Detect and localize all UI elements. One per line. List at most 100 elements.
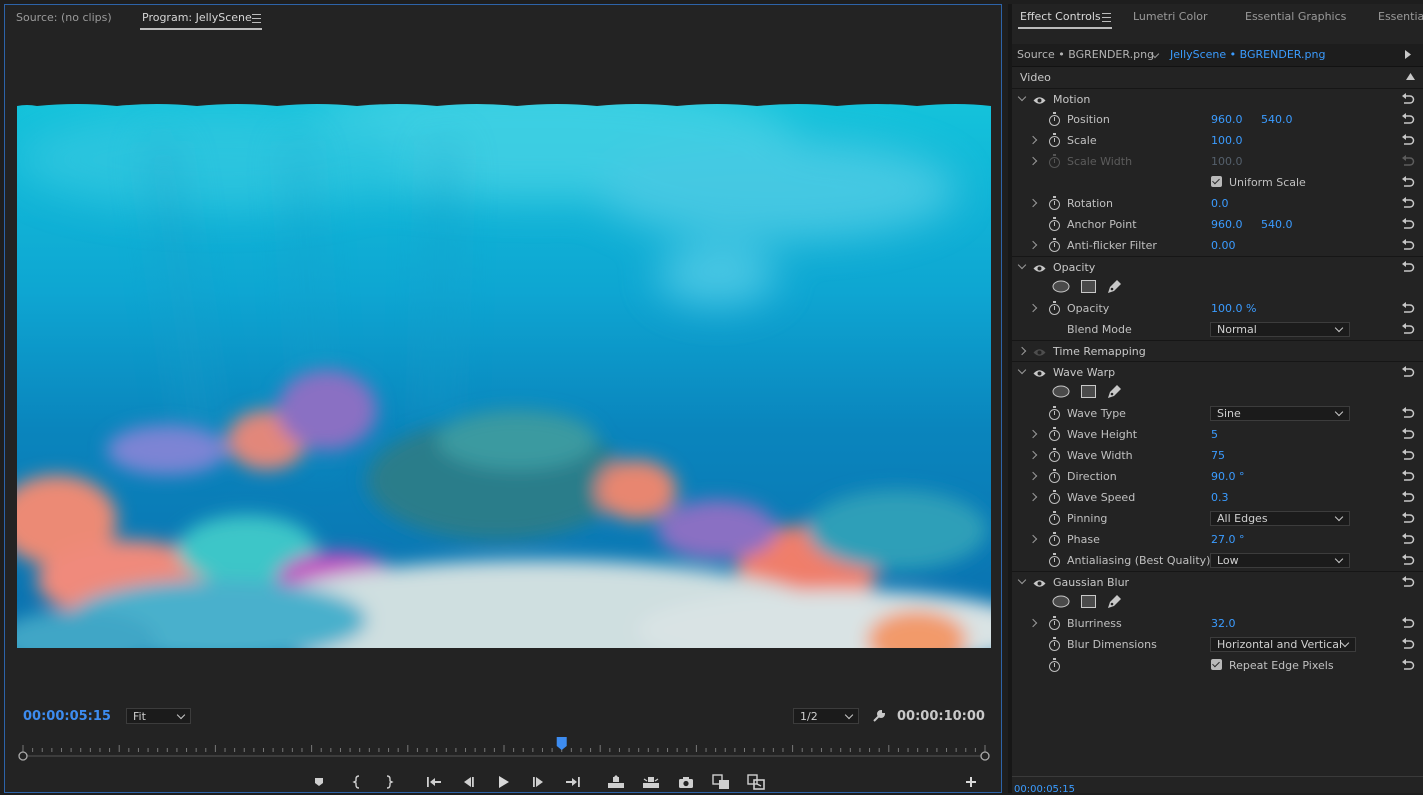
stopwatch-icon[interactable] — [1049, 112, 1060, 126]
property-value[interactable]: 100.0 % — [1211, 302, 1256, 315]
twirl-open-icon[interactable] — [1017, 92, 1027, 102]
reset-icon[interactable] — [1401, 302, 1415, 317]
panel-menu-icon[interactable] — [1102, 13, 1111, 22]
pen-mask-icon[interactable] — [1106, 279, 1122, 297]
stopwatch-icon[interactable] — [1049, 217, 1060, 231]
reset-icon[interactable] — [1401, 239, 1415, 254]
property-value[interactable]: 90.0 ° — [1211, 470, 1245, 483]
playhead[interactable] — [556, 737, 567, 750]
button-editor-button[interactable] — [960, 771, 982, 793]
reset-icon[interactable] — [1401, 93, 1415, 108]
property-select[interactable]: Low — [1210, 553, 1350, 568]
checkbox[interactable] — [1211, 659, 1222, 670]
add-marker-button[interactable] — [308, 771, 330, 793]
rectangle-mask-icon[interactable] — [1081, 280, 1096, 296]
mark-out-button[interactable] — [378, 771, 400, 793]
reset-icon[interactable] — [1401, 533, 1415, 548]
property-value[interactable]: 27.0 ° — [1211, 533, 1245, 546]
property-value[interactable]: 0.0 — [1211, 197, 1229, 210]
step-back-button[interactable] — [457, 771, 479, 793]
reset-icon[interactable] — [1401, 449, 1415, 464]
twirl-closed-icon[interactable] — [1028, 198, 1038, 208]
go-to-out-button[interactable] — [562, 771, 584, 793]
property-select[interactable]: Horizontal and Vertical — [1210, 637, 1356, 652]
stopwatch-icon[interactable] — [1049, 469, 1060, 483]
twirl-closed-icon[interactable] — [1028, 471, 1038, 481]
property-select[interactable]: Normal — [1210, 322, 1350, 337]
property-select[interactable]: Sine — [1210, 406, 1350, 421]
twirl-closed-icon[interactable] — [1028, 618, 1038, 628]
current-timecode[interactable]: 00:00:05:15 — [23, 709, 111, 724]
tab-program[interactable]: Program: JellyScene — [142, 11, 252, 24]
stopwatch-icon[interactable] — [1049, 532, 1060, 546]
stopwatch-icon[interactable] — [1049, 616, 1060, 630]
twirl-open-icon[interactable] — [1017, 260, 1027, 270]
insert-button[interactable] — [710, 771, 732, 793]
ellipse-mask-icon[interactable] — [1052, 595, 1070, 611]
reset-icon[interactable] — [1401, 134, 1415, 149]
play-button[interactable] — [492, 771, 514, 793]
stopwatch-icon[interactable] — [1049, 301, 1060, 315]
zoom-select[interactable]: Fit — [126, 708, 191, 724]
twirl-closed-icon[interactable] — [1028, 303, 1038, 313]
reset-icon[interactable] — [1401, 554, 1415, 569]
stopwatch-icon[interactable] — [1049, 490, 1060, 504]
property-select[interactable]: All Edges — [1210, 511, 1350, 526]
tab-essential-sound[interactable]: Essential — [1378, 10, 1423, 23]
stopwatch-icon[interactable] — [1049, 637, 1060, 651]
overwrite-button[interactable] — [745, 771, 767, 793]
extract-button[interactable] — [640, 771, 662, 793]
reset-icon[interactable] — [1401, 261, 1415, 276]
reset-icon[interactable] — [1401, 366, 1415, 381]
property-value[interactable]: 100.0 — [1211, 134, 1243, 147]
ellipse-mask-icon[interactable] — [1052, 280, 1070, 296]
time-ruler[interactable] — [13, 737, 995, 763]
twirl-closed-icon[interactable] — [1017, 346, 1027, 356]
pen-mask-icon[interactable] — [1106, 594, 1122, 612]
reset-icon[interactable] — [1401, 659, 1415, 674]
property-value[interactable]: 75 — [1211, 449, 1225, 462]
export-frame-button[interactable] — [675, 771, 697, 793]
tab-lumetri-color[interactable]: Lumetri Color — [1133, 10, 1208, 23]
show-timeline-icon[interactable] — [1404, 50, 1412, 59]
stopwatch-icon[interactable] — [1049, 553, 1060, 567]
mark-in-button[interactable] — [346, 771, 368, 793]
eye-icon[interactable] — [1033, 347, 1046, 360]
reset-icon[interactable] — [1401, 407, 1415, 422]
eye-icon[interactable] — [1033, 368, 1046, 381]
twirl-closed-icon[interactable] — [1028, 492, 1038, 502]
reset-icon[interactable] — [1401, 470, 1415, 485]
reset-icon[interactable] — [1401, 512, 1415, 527]
reset-icon[interactable] — [1401, 428, 1415, 443]
stopwatch-icon[interactable] — [1049, 238, 1060, 252]
stopwatch-icon[interactable] — [1049, 511, 1060, 525]
twirl-open-icon[interactable] — [1017, 365, 1027, 375]
ellipse-mask-icon[interactable] — [1052, 385, 1070, 401]
twirl-closed-icon[interactable] — [1028, 429, 1038, 439]
reset-icon[interactable] — [1401, 638, 1415, 653]
pen-mask-icon[interactable] — [1106, 384, 1122, 402]
stopwatch-icon[interactable] — [1049, 448, 1060, 462]
tab-essential-graphics[interactable]: Essential Graphics — [1245, 10, 1346, 23]
panel-menu-icon[interactable] — [252, 14, 261, 23]
resolution-select[interactable]: 1/2 — [793, 708, 859, 724]
reset-icon[interactable] — [1401, 491, 1415, 506]
property-value[interactable]: 960.0 — [1211, 113, 1243, 126]
stopwatch-icon[interactable] — [1049, 406, 1060, 420]
stopwatch-icon[interactable] — [1049, 427, 1060, 441]
tab-effect-controls[interactable]: Effect Controls — [1020, 10, 1101, 23]
eye-icon[interactable] — [1033, 263, 1046, 276]
reset-icon[interactable] — [1401, 197, 1415, 212]
eye-icon[interactable] — [1033, 95, 1046, 108]
rectangle-mask-icon[interactable] — [1081, 385, 1096, 401]
checkbox[interactable] — [1211, 176, 1222, 187]
reset-icon[interactable] — [1401, 323, 1415, 338]
stopwatch-icon[interactable] — [1049, 133, 1060, 147]
rectangle-mask-icon[interactable] — [1081, 595, 1096, 611]
eye-icon[interactable] — [1033, 578, 1046, 591]
reset-icon[interactable] — [1401, 576, 1415, 591]
lift-button[interactable] — [605, 771, 627, 793]
twirl-closed-icon[interactable] — [1028, 534, 1038, 544]
property-value[interactable]: 5 — [1211, 428, 1218, 441]
property-value[interactable]: 960.0 — [1211, 218, 1243, 231]
